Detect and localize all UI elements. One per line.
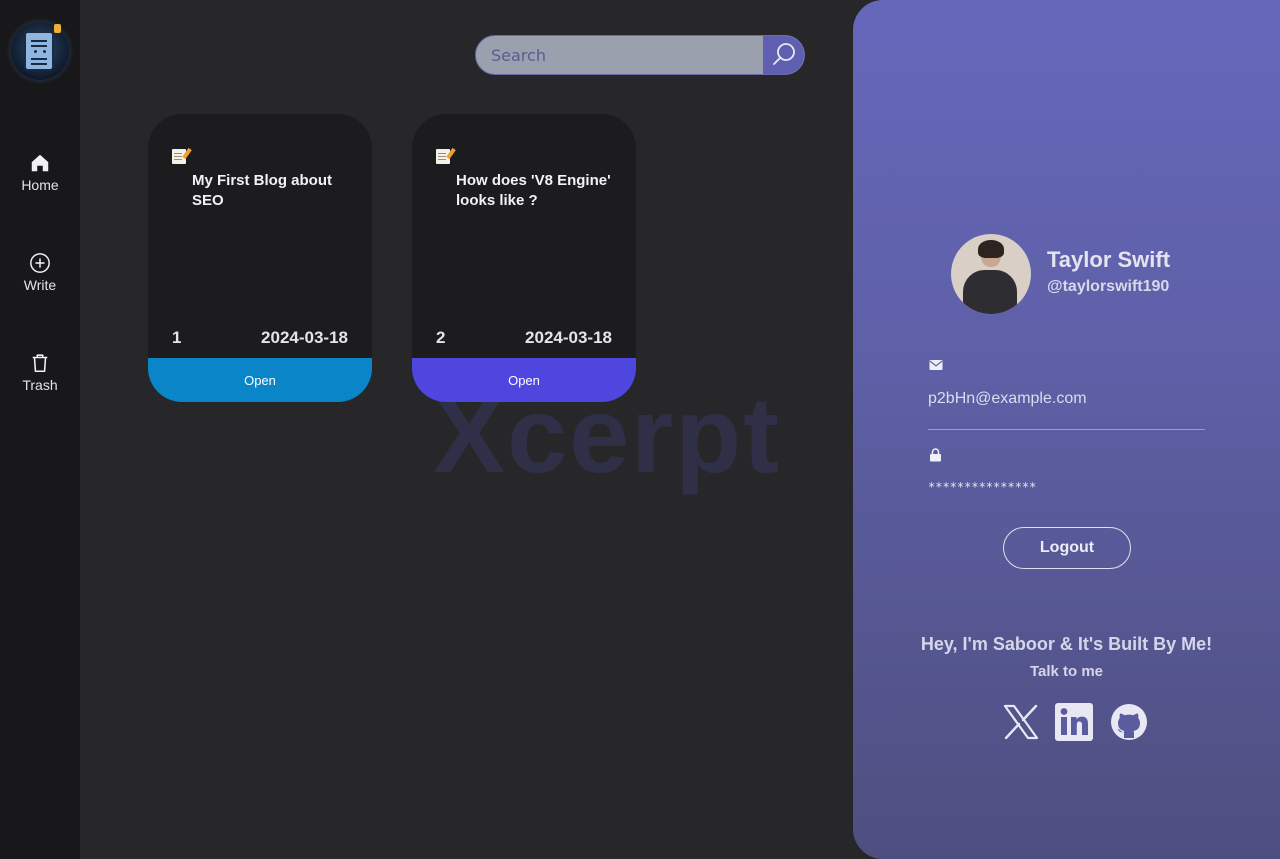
talk-to-me-text: Talk to me	[1029, 663, 1104, 680]
profile-handle: @taylorswift190	[1047, 278, 1170, 295]
sidebar-item-label: Trash	[22, 377, 58, 393]
password-field: ***************	[928, 480, 1037, 494]
post-date: 2024-03-18	[261, 328, 348, 347]
search-bar	[475, 35, 805, 75]
search-input[interactable]	[476, 36, 765, 74]
profile-name: Taylor Swift	[1047, 247, 1171, 272]
post-number: 1	[172, 328, 182, 347]
post-number: 2	[436, 328, 446, 347]
post-card: My First Blog about SEO 1 2024-03-18 Ope…	[148, 114, 372, 402]
sidebar-item-label: Home	[21, 177, 59, 193]
sidebar-item-label: Write	[23, 277, 57, 293]
open-post-button[interactable]: Open	[412, 358, 636, 402]
email-field: p2bHn@example.com	[928, 390, 1087, 407]
linkedin-icon[interactable]	[1055, 703, 1093, 741]
post-title: My First Blog about SEO	[192, 172, 332, 209]
sidebar-item-home[interactable]: Home	[0, 152, 80, 193]
search-icon	[772, 43, 795, 65]
sidebar-item-trash[interactable]: Trash	[0, 352, 80, 393]
post-card: How does 'V8 Engine' looks like ? 2 2024…	[412, 114, 636, 402]
mail-icon	[929, 360, 943, 370]
memo-icon	[436, 149, 450, 164]
x-icon[interactable]	[1002, 703, 1040, 741]
plus-circle-icon	[30, 253, 50, 273]
home-icon	[31, 154, 49, 172]
post-date: 2024-03-18	[525, 328, 612, 347]
avatar-hair	[978, 240, 1004, 258]
avatar	[951, 234, 1031, 314]
memo-icon	[172, 149, 186, 164]
profile-panel: Taylor Swift @taylorswift190 p2bHn@examp…	[853, 0, 1280, 859]
avatar-body	[963, 270, 1017, 314]
trash-icon	[32, 354, 48, 373]
sidebar: Home Write Trash	[0, 0, 80, 859]
logout-button[interactable]: Logout	[1003, 527, 1131, 569]
search-button[interactable]	[763, 36, 804, 74]
field-divider	[928, 429, 1205, 430]
credit-text: Hey, I'm Saboor & It's Built By Me!	[920, 634, 1213, 654]
sidebar-item-write[interactable]: Write	[0, 252, 80, 293]
github-icon[interactable]	[1110, 703, 1148, 741]
logo-pencil-icon	[54, 24, 61, 33]
app-logo[interactable]	[11, 22, 69, 80]
lock-icon	[930, 448, 941, 462]
logo-document-icon	[24, 31, 54, 71]
post-title: How does 'V8 Engine' looks like ?	[456, 172, 611, 209]
open-post-button[interactable]: Open	[148, 358, 372, 402]
